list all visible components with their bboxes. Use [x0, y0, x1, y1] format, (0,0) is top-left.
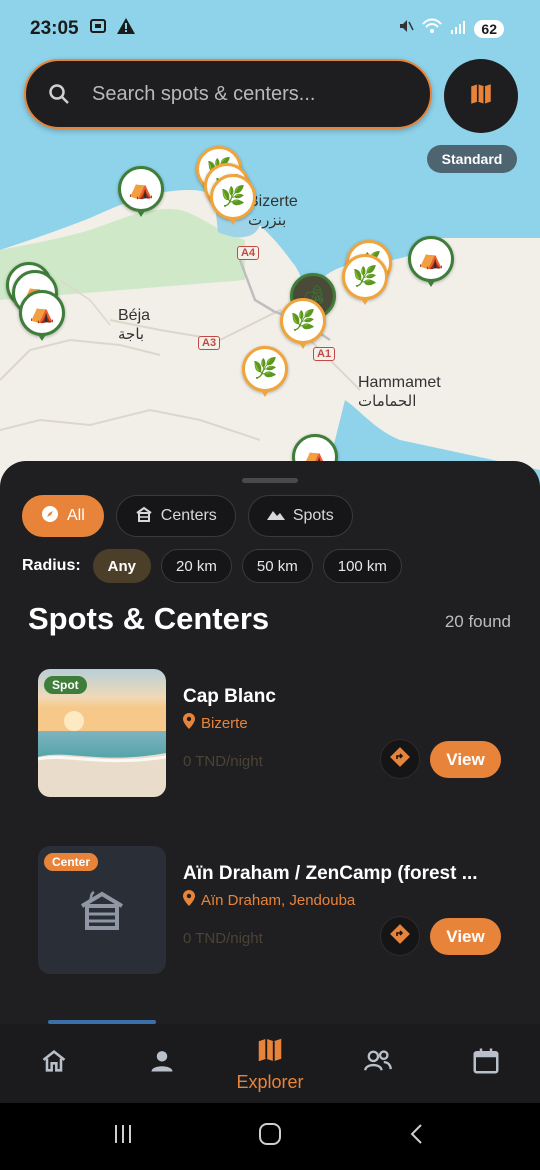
- road-label-a4: A4: [237, 246, 260, 260]
- leaf-icon: 🌿: [290, 310, 316, 332]
- status-time: 23:05: [30, 18, 79, 39]
- radius-filter-group: Radius: Any 20 km 50 km 100 km: [22, 549, 402, 583]
- nav-profile[interactable]: [112, 1047, 212, 1080]
- center-placeholder: Center: [38, 846, 166, 974]
- radius-any[interactable]: Any: [92, 549, 152, 583]
- filter-all[interactable]: All: [22, 495, 104, 537]
- directions-icon: [390, 746, 410, 772]
- item-location: Bizerte: [183, 713, 248, 733]
- radius-50km[interactable]: 50 km: [241, 549, 313, 583]
- item-price: 0 TND/night: [183, 930, 263, 947]
- view-button[interactable]: View: [430, 918, 501, 955]
- list-item[interactable]: Spot Cap Blanc Bizerte 0 TND/night View: [38, 669, 508, 797]
- map-marker-center[interactable]: 🌿: [210, 174, 256, 225]
- signal-icon: [450, 18, 466, 40]
- map-icon: [468, 81, 494, 112]
- map-place-hammamet: Hammamet الحمامات: [358, 374, 441, 410]
- wifi-icon: [422, 18, 443, 40]
- leaf-icon: 🌿: [352, 266, 378, 288]
- mute-icon: [398, 18, 415, 40]
- location-pin-icon: [183, 890, 195, 910]
- home-button-icon[interactable]: [257, 1121, 283, 1152]
- filter-centers[interactable]: Centers: [115, 495, 236, 537]
- directions-icon: [390, 923, 410, 949]
- back-icon[interactable]: [405, 1122, 429, 1151]
- nav-bookings[interactable]: [436, 1046, 536, 1081]
- item-location-text: Bizerte: [201, 714, 248, 732]
- type-badge: Spot: [44, 676, 87, 694]
- compass-icon: [41, 505, 59, 528]
- section-title: Spots & Centers: [28, 601, 270, 636]
- map-marker-spot[interactable]: ⛺: [408, 236, 454, 287]
- battery-indicator: 62: [474, 20, 504, 38]
- result-count: 20 found: [444, 612, 511, 631]
- item-price: 0 TND/night: [183, 753, 263, 770]
- radius-100km[interactable]: 100 km: [322, 549, 402, 583]
- system-nav-bar: [0, 1103, 540, 1170]
- map-place-beja: Béja باجة: [118, 307, 151, 343]
- map-marker-center[interactable]: 🌿: [242, 346, 288, 397]
- item-title: Cap Blanc: [183, 686, 276, 707]
- map-marker-spot[interactable]: ⛺: [118, 166, 164, 217]
- building-icon: [78, 888, 126, 937]
- tent-icon: ⛺: [418, 248, 444, 270]
- leaf-icon: 🌿: [252, 358, 278, 380]
- recents-icon[interactable]: [111, 1122, 135, 1151]
- item-location: Aïn Draham, Jendouba: [183, 890, 355, 910]
- search-input[interactable]: Search spots & centers...: [92, 83, 315, 106]
- type-filter-group: All Centers Spots: [22, 495, 353, 537]
- nav-explorer-label: Explorer: [236, 1071, 304, 1092]
- nav-community[interactable]: [328, 1047, 428, 1080]
- nav-explorer[interactable]: Explorer: [220, 1035, 320, 1093]
- map-marker-center[interactable]: 🌿: [342, 254, 388, 305]
- item-location-text: Aïn Draham, Jendouba: [201, 891, 356, 909]
- status-bar: 23:05 62: [0, 0, 540, 58]
- filter-centers-label: Centers: [160, 507, 217, 524]
- screenshot-icon: [89, 17, 107, 41]
- group-icon: [363, 1047, 393, 1080]
- mountain-icon: [266, 507, 285, 526]
- nav-home[interactable]: [4, 1047, 104, 1080]
- spot-photo: Spot: [38, 669, 166, 797]
- type-badge: Center: [44, 853, 99, 871]
- radius-label: Radius:: [22, 557, 81, 574]
- search-bar[interactable]: Search spots & centers...: [24, 59, 432, 129]
- map-marker-center[interactable]: 🌿: [280, 298, 326, 349]
- leaf-icon: 🌿: [220, 186, 246, 208]
- view-button[interactable]: View: [430, 741, 501, 778]
- person-icon: [148, 1047, 176, 1080]
- tent-icon: ⛺: [128, 178, 154, 200]
- search-icon: [48, 83, 70, 105]
- warning-icon: [116, 18, 135, 40]
- drag-handle[interactable]: [242, 478, 298, 483]
- directions-button[interactable]: [380, 739, 420, 779]
- location-pin-icon: [183, 713, 195, 733]
- bottom-nav: Explorer: [0, 1024, 540, 1103]
- calendar-icon: [471, 1046, 501, 1081]
- item-title: Aïn Draham / ZenCamp (forest ...: [183, 863, 478, 884]
- map-icon: [255, 1035, 285, 1070]
- directions-button[interactable]: [380, 916, 420, 956]
- road-label-a1: A1: [313, 347, 336, 361]
- home-icon: [40, 1047, 68, 1080]
- map-view[interactable]: 23:05 62 Search spots & centers... Stand…: [0, 0, 540, 500]
- tent-icon: ⛺: [29, 302, 55, 324]
- road-label-a3: A3: [198, 336, 221, 350]
- filter-spots[interactable]: Spots: [247, 495, 353, 537]
- radius-20km[interactable]: 20 km: [161, 549, 232, 583]
- map-style-button[interactable]: [444, 59, 518, 133]
- results-sheet[interactable]: All Centers Spots Radius: Any 20 km 50 k…: [0, 461, 540, 1024]
- filter-spots-label: Spots: [292, 507, 334, 524]
- list-item[interactable]: Center Aïn Draham / ZenCamp (forest ... …: [38, 846, 508, 974]
- filter-all-label: All: [67, 507, 85, 524]
- map-marker-spot[interactable]: ⛺: [19, 290, 65, 341]
- map-style-label[interactable]: Standard: [427, 145, 517, 173]
- building-icon: [135, 505, 153, 528]
